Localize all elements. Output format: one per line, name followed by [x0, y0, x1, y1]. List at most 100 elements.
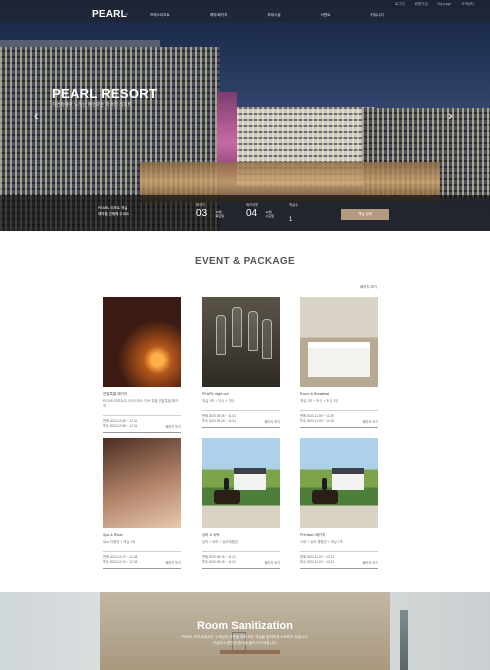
package-category: 연말특별 패키지 — [103, 392, 128, 396]
package-dates: 판매 2020.12.08 ~ 12.31 투숙 2020.12.08 ~ 12… — [103, 419, 181, 429]
room-count-label: 객실수 — [289, 203, 299, 207]
package-card[interactable]: Spa & Relax Spa 이용권 + 객실 1박 판매 2020.12.1… — [103, 438, 181, 569]
divider — [300, 410, 378, 411]
package-detail-link[interactable]: 패키지 보기 — [362, 560, 378, 565]
divider — [202, 410, 280, 411]
divider — [202, 568, 280, 569]
booking-bar: PEARL 리조트 객실 예약을 진행해 주세요 체크인 03 12월 화요일 … — [0, 195, 490, 231]
package-description: PEARL리조트의 크리스마스 이브 특별 연말특별 패키지 — [103, 399, 179, 408]
divider — [300, 551, 378, 552]
package-image[interactable] — [300, 438, 378, 528]
package-image[interactable] — [300, 297, 378, 387]
divider — [103, 415, 181, 416]
package-dates: 판매 2020.12.13 ~ 12.28 투숙 2020.12.13 ~ 12… — [103, 555, 181, 565]
nav-menu: 프레스리조트 예약/패키지 부대시설 이벤트 커뮤니티 — [150, 8, 424, 22]
customer-center-link[interactable]: 고객센터 — [461, 1, 474, 7]
wine-glass-icon — [248, 311, 258, 351]
package-dates: 판매 2020.09.26 ~ 11.01 투숙 2020.09.26 ~ 11… — [202, 414, 280, 424]
checkout-day: 04 — [246, 208, 258, 219]
hero-title: PEARL RESORT — [52, 86, 158, 101]
wine-glass-icon — [216, 315, 226, 355]
section-title: EVENT & PACKAGE — [195, 256, 295, 267]
utility-bar: 로그인 회원가입 My page 고객센터 — [0, 0, 490, 8]
package-description: 스파 + 승마 체험권 + 객실 1박 — [300, 540, 343, 544]
more-packages-link[interactable]: 패키지 보기 — [360, 285, 377, 290]
package-category: 승마 & 숙박 — [202, 533, 220, 537]
divider — [103, 551, 181, 552]
package-category: Room & Breakfast — [300, 392, 330, 396]
package-detail-link[interactable]: 패키지 보기 — [165, 560, 181, 565]
package-detail-link[interactable]: 패키지 보기 — [362, 419, 378, 424]
package-dates: 판매 2020.09.16 ~ 11.01 투숙 2020.09.16 ~ 11… — [202, 555, 280, 565]
table-shape — [220, 650, 280, 654]
logo[interactable]: PEARL — [92, 9, 127, 21]
divider — [300, 568, 378, 569]
chevron-right-icon[interactable]: › — [448, 108, 453, 122]
checkin-weekday: 화요일 — [215, 214, 224, 218]
package-card[interactable]: Premium 패키지 스파 + 승마 체험권 + 객실 1박 판매 2020.… — [300, 438, 378, 569]
horse-shape — [214, 490, 240, 504]
package-description: 객실 1박 + 디너 + 기타 — [202, 399, 235, 403]
package-description: 객실 1박 + 조식 + 조식 2인 — [300, 399, 339, 403]
package-image[interactable] — [103, 438, 181, 528]
package-description: 승마 + 숙박 + 승마체험권 — [202, 540, 238, 544]
bed-shape — [308, 342, 370, 377]
wine-glass-icon — [262, 319, 272, 359]
horse-shape — [312, 490, 338, 504]
signup-link[interactable]: 회원가입 — [415, 1, 428, 7]
nav-item-events[interactable]: 이벤트 — [321, 8, 331, 22]
package-image[interactable] — [103, 297, 181, 387]
package-description: Spa 이용권 + 객실 1박 — [103, 540, 136, 544]
package-card[interactable]: PEARL night out 객실 1박 + 디너 + 기타 판매 2020.… — [202, 297, 280, 428]
utility-links: 로그인 회원가입 My page 고객센터 — [395, 1, 474, 7]
package-dates: 판매 2020.11.03 ~ 12.31 투숙 2020.11.03 ~ 12… — [300, 555, 378, 565]
divider — [103, 432, 181, 433]
mypage-link[interactable]: My page — [438, 1, 451, 7]
divider — [300, 427, 378, 428]
room-count-picker[interactable]: 객실수 1 — [289, 203, 298, 226]
divider — [103, 568, 181, 569]
hero-subtitle: 자연속에서 느끼는 여유로운 럭셔리 리조트 — [52, 102, 132, 107]
banner-text-line: 안심하고 편안한 휴식을 즐기시기 바랍니다. — [212, 640, 278, 645]
house-shape — [332, 468, 364, 490]
rider-shape — [322, 478, 327, 490]
checkin-picker[interactable]: 체크인 03 12월 화요일 — [196, 203, 224, 226]
main-nav: PEARL ⌁ 프레스리조트 예약/패키지 부대시설 이벤트 커뮤니티 — [0, 8, 490, 22]
nav-item-community[interactable]: 커뮤니티 — [371, 8, 384, 22]
divider — [202, 427, 280, 428]
package-detail-link[interactable]: 패키지 보기 — [264, 419, 280, 424]
package-image[interactable] — [202, 297, 280, 387]
booking-message-line: 예약을 진행해 주세요 — [98, 212, 129, 216]
sanitization-banner: Room Sanitization PEARL 리조트에서는 고객님의 안전을 … — [0, 592, 490, 670]
banner-title: Room Sanitization — [197, 620, 293, 632]
booking-message: PEARL 리조트 객실 예약을 진행해 주세요 — [98, 205, 129, 217]
room-count-value: 1 — [289, 217, 293, 223]
house-shape — [234, 468, 266, 490]
package-card[interactable]: 승마 & 숙박 승마 + 숙박 + 승마체험권 판매 2020.09.16 ~ … — [202, 438, 280, 569]
package-category: PEARL night out — [202, 392, 229, 396]
checkout-weekday: 수요일 — [265, 214, 274, 218]
package-detail-link[interactable]: 패키지 보기 — [165, 424, 181, 429]
checkin-day: 03 — [196, 208, 208, 219]
checkin-meta: 12월 화요일 — [216, 210, 224, 218]
chevron-left-icon[interactable]: ‹ — [34, 108, 39, 122]
package-detail-link[interactable]: 패키지 보기 — [264, 560, 280, 565]
rider-shape — [224, 478, 229, 490]
search-rooms-button[interactable]: 객실 검색 — [341, 209, 389, 220]
logo-mark-icon: ⌁ — [125, 12, 129, 18]
checkout-picker[interactable]: 체크아웃 04 12월 수요일 — [246, 203, 274, 226]
wine-glass-icon — [232, 307, 242, 347]
banner-text: PEARL 리조트에서는 고객님의 안전을 위해 모든 객실을 철저하게 소독하… — [0, 635, 490, 646]
checkout-meta: 12월 수요일 — [266, 210, 274, 218]
divider — [202, 551, 280, 552]
package-card[interactable]: 연말특별 패키지 PEARL리조트의 크리스마스 이브 특별 연말특별 패키지 … — [103, 297, 181, 433]
package-image[interactable] — [202, 438, 280, 528]
package-card[interactable]: Room & Breakfast 객실 1박 + 조식 + 조식 2인 판매 2… — [300, 297, 378, 428]
package-category: Spa & Relax — [103, 533, 123, 537]
nav-item-resort[interactable]: 프레스리조트 — [150, 8, 170, 22]
package-category: Premium 패키지 — [300, 533, 326, 537]
login-link[interactable]: 로그인 — [395, 1, 405, 7]
nav-item-facilities[interactable]: 부대시설 — [267, 8, 280, 22]
nav-item-reservation[interactable]: 예약/패키지 — [210, 8, 228, 22]
package-dates: 판매 2020.11.09 ~ 11.30 투숙 2020.11.09 ~ 11… — [300, 414, 378, 424]
